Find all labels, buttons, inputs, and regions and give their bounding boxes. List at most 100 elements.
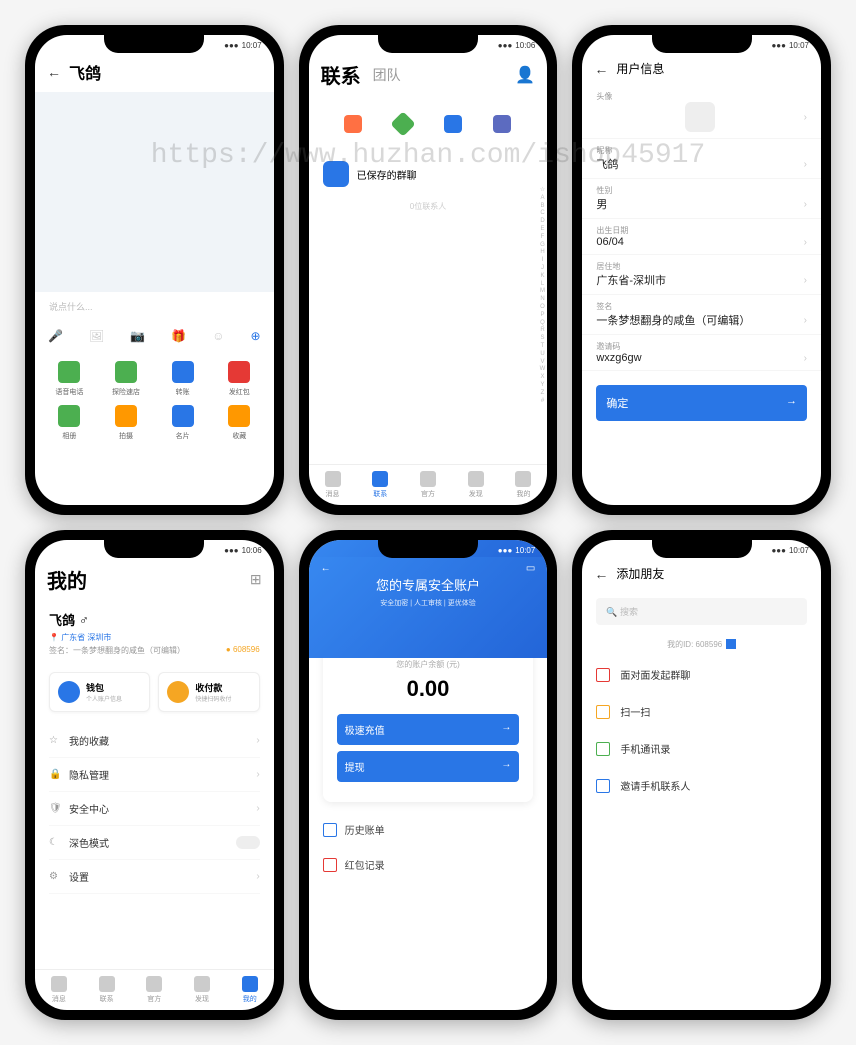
tab-消息[interactable]: 消息 — [51, 976, 67, 1004]
field-昵称[interactable]: 昵称飞鸽› — [582, 139, 821, 179]
action-相册[interactable]: 相册 — [45, 405, 94, 441]
confirm-button[interactable]: 确定→ — [596, 385, 807, 421]
official-icon[interactable] — [493, 115, 511, 133]
phone-1: ●●●10:07 ←飞鸽 说点什么... 🎤🖼📷🎁☺⊕ 语音电话探险速店转账发红… — [25, 25, 284, 515]
back-icon[interactable]: ← — [47, 64, 61, 80]
action-发红包[interactable]: 发红包 — [215, 361, 264, 397]
phone-4: ●●●10:06 我的⊞ 飞鸽♂ 📍 广东省 深圳市 签名：一条梦想翻身的咸鱼（… — [25, 530, 284, 1020]
user-profile[interactable]: 飞鸽♂ 📍 广东省 深圳市 签名：一条梦想翻身的咸鱼（可编辑）● 608596 — [35, 602, 274, 664]
tab-消息[interactable]: 消息 — [325, 471, 341, 499]
message-input[interactable]: 说点什么... — [35, 292, 274, 321]
tab-我的[interactable]: 我的 — [242, 976, 258, 1004]
field-签名[interactable]: 签名一条梦想翻身的咸鱼（可编辑）› — [582, 295, 821, 335]
option-扫一扫[interactable]: 扫一扫 — [582, 693, 821, 730]
shield-icon: 🛡 — [49, 803, 61, 815]
wallet-subtitle: 安全加密 | 人工审核 | 更优体验 — [323, 598, 534, 608]
qr-icon — [726, 639, 736, 649]
signature: 签名：一条梦想翻身的咸鱼（可编辑） — [49, 645, 185, 656]
chat-title: 飞鸽 — [69, 60, 101, 84]
action-grid: 语音电话探险速店转账发红包相册拍摄名片收藏 — [35, 351, 274, 451]
action-转账[interactable]: 转账 — [158, 361, 207, 397]
redpacket-icon — [323, 858, 337, 872]
image-icon[interactable]: 🖼 — [89, 329, 104, 343]
emoji-icon[interactable]: ☺ — [212, 329, 224, 343]
action-语音电话[interactable]: 语音电话 — [45, 361, 94, 397]
tag-icon[interactable] — [390, 111, 415, 136]
phone-2: ●●●10:06 联系团队👤 已保存的群聊 0位联系人 ☆ABCDEFGHIJK… — [299, 25, 558, 515]
tab-发现[interactable]: 发现 — [194, 976, 210, 1004]
my-id[interactable]: 我的ID: 608596 — [582, 633, 821, 656]
phone-3: ●●●10:07 ←用户信息 头像›昵称飞鸽›性别男›出生日期06/04›居住地… — [572, 25, 831, 515]
field-头像[interactable]: 头像› — [582, 85, 821, 139]
menu-设置[interactable]: ⚙设置› — [49, 860, 260, 894]
user-info-title: 用户信息 — [616, 60, 664, 77]
wallet-title: 您的专属安全账户 — [323, 575, 534, 594]
add-friend-title: 添加朋友 — [616, 565, 664, 582]
contacts-title: 联系 — [321, 60, 361, 89]
action-拍摄[interactable]: 拍摄 — [102, 405, 151, 441]
tab-bar: 消息 联系 官方 发现 我的 — [35, 969, 274, 1010]
action-名片[interactable]: 名片 — [158, 405, 207, 441]
moon-icon: ☾ — [49, 837, 61, 849]
location: 📍 广东省 深圳市 — [49, 632, 260, 643]
bill-icon — [323, 823, 337, 837]
action-收藏[interactable]: 收藏 — [215, 405, 264, 441]
gift-icon[interactable]: 🎁 — [171, 329, 186, 343]
tab-官方[interactable]: 官方 — [146, 976, 162, 1004]
history-bill-row[interactable]: 历史账单 — [309, 812, 548, 847]
option-手机通讯录[interactable]: 手机通讯录 — [582, 730, 821, 767]
back-icon[interactable]: ← — [594, 61, 608, 77]
tab-联系[interactable]: 联系 — [372, 471, 388, 499]
tab-官方[interactable]: 官方 — [420, 471, 436, 499]
option-邀请手机联系人[interactable]: 邀请手机联系人 — [582, 767, 821, 804]
withdraw-button[interactable]: 提现→ — [337, 751, 520, 782]
phone-5: ●●●10:07 ← ▭ 您的专属安全账户 安全加密 | 人工审核 | 更优体验… — [299, 530, 558, 1020]
contact-count: 0位联系人 — [309, 197, 548, 216]
back-icon[interactable]: ← — [594, 566, 608, 582]
action-探险速店[interactable]: 探险速店 — [102, 361, 151, 397]
gender-icon: ♂ — [79, 612, 89, 627]
menu-安全中心[interactable]: 🛡安全中心› — [49, 792, 260, 826]
saved-groups-row[interactable]: 已保存的群聊 — [309, 151, 548, 197]
input-toolbar: 🎤 🖼 📷 🎁 ☺ ⊕ — [35, 321, 274, 351]
mine-title: 我的 — [47, 565, 87, 594]
camera-icon[interactable]: 📷 — [130, 329, 145, 343]
menu-深色模式[interactable]: ☾深色模式 — [49, 826, 260, 860]
option-面对面发起群聊[interactable]: 面对面发起群聊 — [582, 656, 821, 693]
balance-amount: 0.00 — [337, 676, 520, 702]
menu-隐私管理[interactable]: 🔒隐私管理› — [49, 758, 260, 792]
add-contact-icon[interactable]: 👤 — [515, 65, 535, 85]
new-friend-icon[interactable] — [344, 115, 362, 133]
card-收付款[interactable]: 收付款快捷扫码收付 — [158, 672, 259, 712]
back-icon[interactable]: ← — [321, 563, 331, 574]
tab-bar: 消息 联系 官方 发现 我的 — [309, 464, 548, 505]
chat-area[interactable] — [35, 92, 274, 292]
field-居住地[interactable]: 居住地广东省-深圳市› — [582, 255, 821, 295]
field-性别[interactable]: 性别男› — [582, 179, 821, 219]
alpha-index[interactable]: ☆ABCDEFGHIJKLMNOPQRSTUVWXYZ# — [540, 187, 546, 405]
tab-联系[interactable]: 联系 — [99, 976, 115, 1004]
lock-icon: 🔒 — [49, 769, 61, 781]
balance-label: 您的账户余额 (元) — [337, 659, 520, 670]
field-出生日期[interactable]: 出生日期06/04› — [582, 219, 821, 255]
star-icon: ☆ — [49, 735, 61, 747]
team-tab[interactable]: 团队 — [373, 65, 401, 85]
recharge-button[interactable]: 极速充值→ — [337, 714, 520, 745]
search-input[interactable]: 🔍 搜索 — [596, 598, 807, 625]
toggle[interactable] — [236, 836, 260, 849]
tab-我的[interactable]: 我的 — [515, 471, 531, 499]
plus-icon[interactable]: ⊕ — [251, 329, 261, 343]
group-avatar-icon — [323, 161, 349, 187]
redpacket-record-row[interactable]: 红包记录 — [309, 847, 548, 882]
voice-icon[interactable]: 🎤 — [48, 329, 63, 343]
field-邀请码[interactable]: 邀请码wxzg6gw› — [582, 335, 821, 371]
phone-6: ●●●10:07 ←添加朋友 🔍 搜索 我的ID: 608596 面对面发起群聊… — [572, 530, 831, 1020]
card-icon[interactable]: ▭ — [526, 563, 535, 574]
tab-发现[interactable]: 发现 — [468, 471, 484, 499]
qr-icon[interactable]: ⊞ — [250, 571, 262, 588]
group-icon[interactable] — [444, 115, 462, 133]
gear-icon: ⚙ — [49, 871, 61, 883]
card-钱包[interactable]: 钱包个人账户信息 — [49, 672, 150, 712]
points[interactable]: ● 608596 — [226, 645, 260, 656]
menu-我的收藏[interactable]: ☆我的收藏› — [49, 724, 260, 758]
